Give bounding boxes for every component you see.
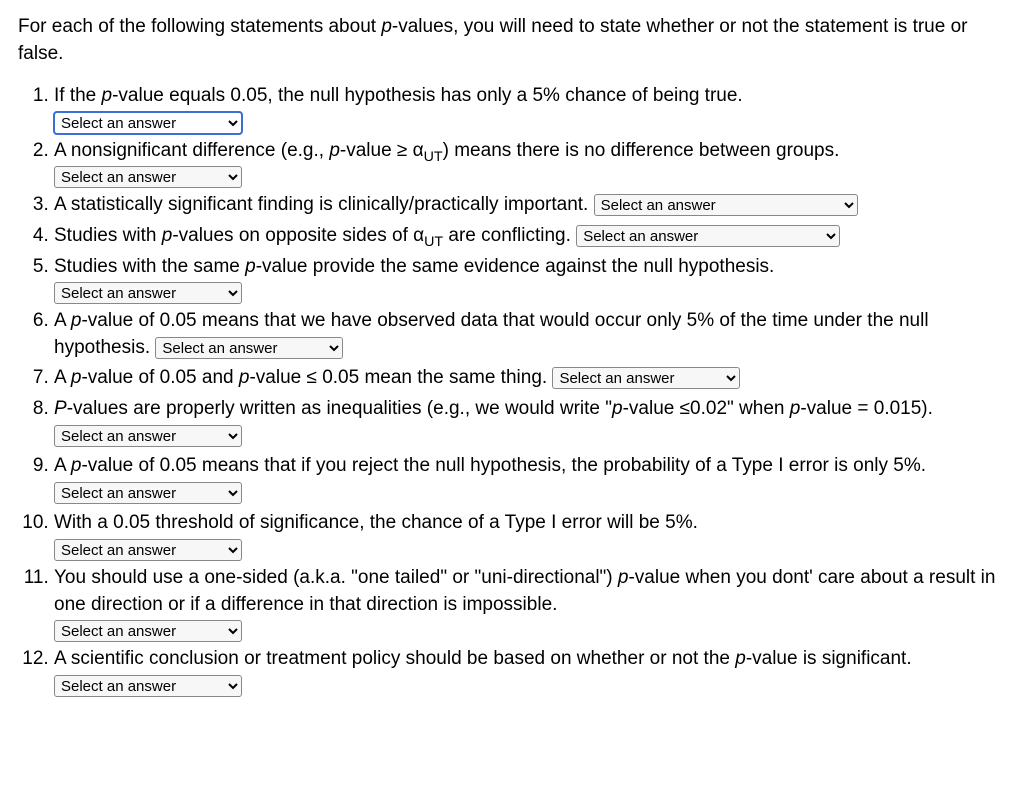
question-item: You should use a one-sided (a.k.a. "one … (54, 565, 1006, 642)
answer-select[interactable]: Select an answer (576, 225, 840, 247)
question-item: A scientific conclusion or treatment pol… (54, 646, 1006, 699)
question-list: If the p-value equals 0.05, the null hyp… (18, 83, 1006, 699)
instructions-text: For each of the following statements abo… (18, 14, 1006, 67)
answer-select[interactable]: Select an answer (155, 337, 343, 359)
question-item: A p-value of 0.05 means that if you reje… (54, 453, 1006, 506)
answer-select[interactable]: Select an answer (54, 482, 242, 504)
question-item: A p-value of 0.05 and p-value ≤ 0.05 mea… (54, 365, 1006, 392)
question-text: A p-value of 0.05 means that if you reje… (54, 455, 926, 476)
question-item: A statistically significant finding is c… (54, 192, 1006, 219)
question-text: You should use a one-sided (a.k.a. "one … (54, 567, 995, 615)
answer-select[interactable]: Select an answer (54, 539, 242, 561)
question-item: A p-value of 0.05 means that we have obs… (54, 308, 1006, 361)
question-item: Studies with p-values on opposite sides … (54, 223, 1006, 250)
question-text: A statistically significant finding is c… (54, 194, 588, 215)
question-item: A nonsignificant difference (e.g., p-val… (54, 138, 1006, 189)
question-text: A scientific conclusion or treatment pol… (54, 648, 912, 669)
answer-select[interactable]: Select an answer (54, 425, 242, 447)
question-text: A p-value of 0.05 and p-value ≤ 0.05 mea… (54, 367, 547, 388)
answer-select[interactable]: Select an answer (552, 367, 740, 389)
question-text: Studies with p-values on opposite sides … (54, 225, 571, 246)
question-item: P-values are properly written as inequal… (54, 396, 1006, 449)
answer-select[interactable]: Select an answer (54, 282, 242, 304)
question-text: With a 0.05 threshold of significance, t… (54, 512, 698, 533)
answer-select[interactable]: Select an answer (54, 675, 242, 697)
question-text: Studies with the same p-value provide th… (54, 256, 774, 277)
question-item: Studies with the same p-value provide th… (54, 254, 1006, 305)
question-item: If the p-value equals 0.05, the null hyp… (54, 83, 1006, 134)
answer-select[interactable]: Select an answer (54, 112, 242, 134)
answer-select[interactable]: Select an answer (54, 166, 242, 188)
answer-select[interactable]: Select an answer (54, 620, 242, 642)
question-text: P-values are properly written as inequal… (54, 398, 933, 419)
answer-select[interactable]: Select an answer (594, 194, 858, 216)
question-text: A nonsignificant difference (e.g., p-val… (54, 140, 839, 161)
question-text: If the p-value equals 0.05, the null hyp… (54, 85, 743, 106)
question-item: With a 0.05 threshold of significance, t… (54, 510, 1006, 561)
